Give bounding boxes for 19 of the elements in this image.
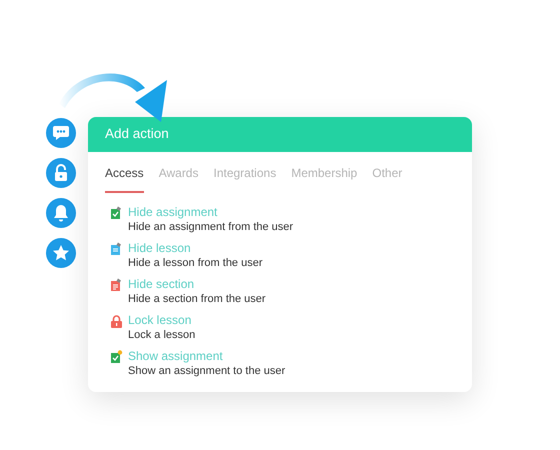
tab[interactable]: Other — [372, 164, 402, 194]
action-description: Hide an assignment from the user — [128, 220, 294, 236]
chat-icon[interactable] — [46, 118, 76, 148]
action-link[interactable]: Hide lesson — [128, 241, 191, 256]
action-description: Hide a section from the user — [128, 292, 266, 308]
action-description: Show an assignment to the user — [128, 364, 286, 380]
action-description: Lock a lesson — [128, 328, 196, 344]
panel-title: Add action — [88, 117, 472, 152]
bell-icon[interactable] — [46, 198, 76, 228]
action-link[interactable]: Hide section — [128, 277, 194, 292]
tab[interactable]: Access — [105, 164, 144, 194]
tab[interactable]: Awards — [158, 164, 198, 194]
action-description: Hide a lesson from the user — [128, 256, 263, 272]
tab[interactable]: Integrations — [213, 164, 276, 194]
unlocked-padlock-icon[interactable] — [46, 158, 76, 188]
action-link[interactable]: Hide assignment — [128, 205, 218, 220]
action-link[interactable]: Lock lesson — [128, 313, 192, 328]
tab[interactable]: Membership — [291, 164, 358, 194]
action-link[interactable]: Show assignment — [128, 349, 223, 364]
